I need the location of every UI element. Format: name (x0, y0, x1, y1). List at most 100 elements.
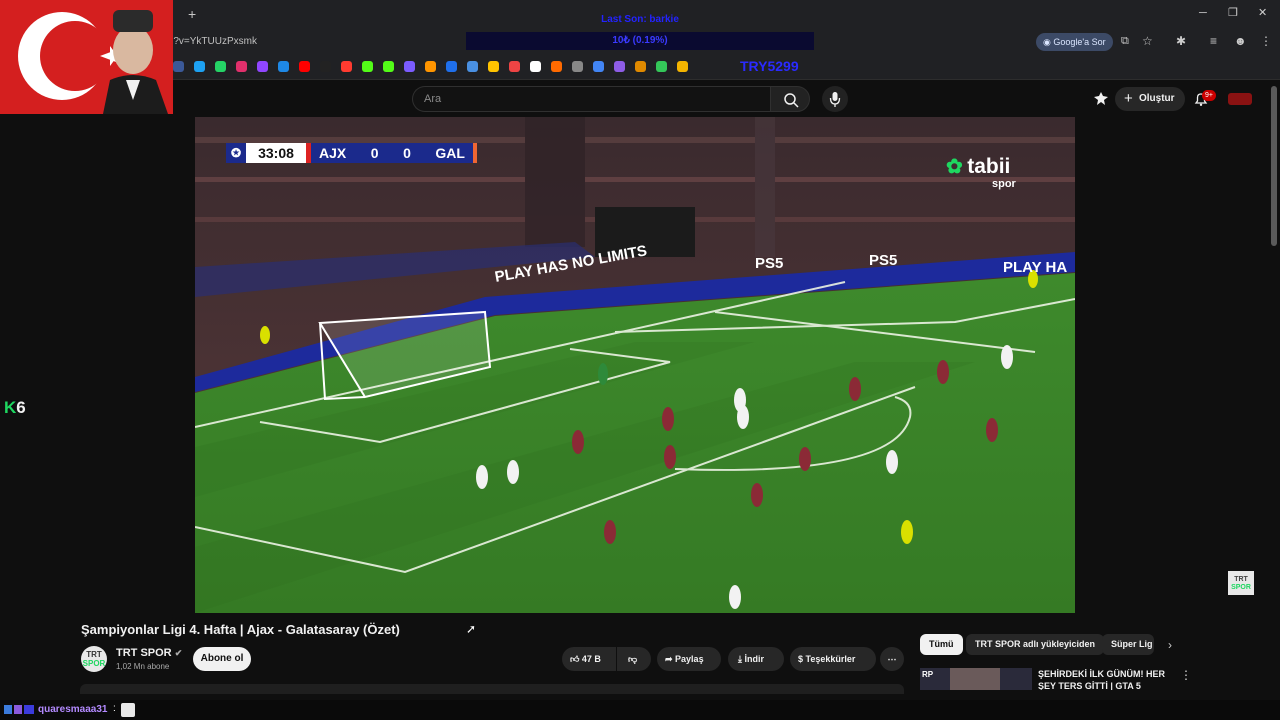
description-box[interactable] (80, 684, 904, 694)
video-frame (195, 117, 1075, 613)
ad-board-right: PLAY HA (1003, 259, 1068, 276)
new-tab-button[interactable]: + (188, 6, 196, 22)
recommendation-title[interactable]: ŞEHİRDEKİ İLK GÜNÜM! HER ŞEY TERS GİTTİ … (1038, 668, 1168, 690)
restore-button[interactable]: ❐ (1228, 6, 1238, 19)
voice-search-button[interactable] (822, 86, 848, 112)
chat-badge-icon (4, 705, 12, 714)
url-field[interactable]: tch?v=YkTUUzPxsmk (160, 32, 460, 52)
away-team: GAL (435, 145, 465, 161)
donation-goal-bar: 10₺ (0.19%) (466, 32, 814, 50)
bookmark-favicon-icon[interactable] (446, 61, 457, 72)
bookmark-favicon-icon[interactable] (362, 61, 373, 72)
like-button[interactable]: 👍︎ 47 B (562, 647, 616, 671)
ask-google-label: Google'a Sor (1053, 37, 1106, 47)
google-lens-icon: ◉ (1043, 37, 1054, 47)
close-window-button[interactable]: ✕ (1258, 6, 1267, 19)
bookmark-favicon-icon[interactable] (236, 61, 247, 72)
home-team: AJX (319, 145, 347, 161)
notification-count-badge: 9+ (1202, 90, 1216, 101)
channel-avatar[interactable]: TRT SPOR (81, 646, 107, 672)
share-label: Paylaş (675, 654, 704, 664)
page-scrollbar[interactable] (1271, 86, 1277, 246)
tabii-flower-icon: ✿ (946, 156, 963, 178)
bookmark-favicon-icon[interactable] (488, 61, 499, 72)
bookmark-favicon-icon[interactable] (404, 61, 415, 72)
bookmark-favicon-icon[interactable] (257, 61, 268, 72)
bookmark-favicon-icon[interactable] (656, 61, 667, 72)
like-count: 47 B (581, 654, 601, 664)
bookmark-favicon-icon[interactable] (509, 61, 520, 72)
bookmark-favicon-icon[interactable] (572, 61, 583, 72)
chevron-right-icon[interactable]: › (1168, 638, 1172, 652)
away-score: 0 (403, 145, 411, 161)
download-button[interactable]: ⤓ İndir (728, 647, 784, 671)
k6-k-letter: K (4, 398, 17, 417)
bookmark-favicon-icon[interactable] (467, 61, 478, 72)
bookmark-favicon-icon[interactable] (677, 61, 688, 72)
subscriber-count: 1,02 Mn abone (116, 662, 170, 671)
thanks-button[interactable]: $ Teşekkürler (790, 647, 876, 671)
bookmark-favicon-icon[interactable] (635, 61, 646, 72)
share-button[interactable]: ➦ Paylaş (657, 647, 721, 671)
thumbs-down-icon: 👎︎ (628, 654, 638, 664)
search-button[interactable] (770, 86, 810, 112)
bookmark-favicon-icon[interactable] (551, 61, 562, 72)
bookmark-star-icon[interactable]: ☆ (1142, 34, 1153, 48)
video-title: Şampiyonlar Ligi 4. Hafta | Ajax - Galat… (81, 622, 400, 637)
super-thanks-icon: $ (798, 654, 806, 664)
k6-overlay-logo: K6 (4, 398, 26, 418)
last-sub-overlay: Last Son: barkie (601, 14, 679, 25)
verified-icon: ✔ (174, 648, 183, 658)
k6-number: 6 (16, 398, 26, 417)
video-player[interactable]: PLAY HAS NO LIMITS PS5 PS5 PLAY HA (195, 117, 1075, 613)
extensions-icon[interactable]: ✱ (1176, 34, 1186, 48)
badge-settings-icon[interactable] (1093, 91, 1109, 112)
bookmark-favicon-icon[interactable] (194, 61, 205, 72)
recommendation-menu-icon[interactable]: ⋮ (1180, 668, 1192, 682)
bookmark-favicon-icon[interactable] (278, 61, 289, 72)
ask-google-button[interactable]: ◉ Google'a Sor (1036, 33, 1113, 51)
reading-list-icon[interactable]: ≡ (1210, 34, 1217, 48)
tabii-wordmark: tabii (967, 155, 1011, 178)
dislike-button[interactable]: 👎︎ (617, 647, 651, 671)
watermark-line1: TRT (1234, 576, 1248, 583)
bookmark-favicon-icon[interactable] (320, 61, 331, 72)
tabii-sub: spor (992, 178, 1016, 190)
profile-icon[interactable]: ☻ (1234, 34, 1247, 48)
thumbs-up-icon: 👍︎ (570, 654, 582, 664)
recommendation-thumbnail[interactable]: RP (920, 668, 1032, 690)
install-app-icon[interactable]: ⧉ (1121, 35, 1129, 48)
subscribe-button[interactable]: Abone ol (193, 647, 251, 671)
channel-name[interactable]: TRT SPOR ✔ (116, 647, 182, 659)
chip-super-lig[interactable]: Süper Lig (1102, 634, 1154, 655)
download-label: İndir (744, 654, 764, 664)
bookmark-favicon-icon[interactable] (341, 61, 352, 72)
chat-badge-icon-3 (24, 705, 34, 714)
bookmark-favicon-icon[interactable] (593, 61, 604, 72)
avatar-line1: TRT (86, 650, 102, 659)
minimize-button[interactable]: ─ (1199, 7, 1207, 19)
bookmark-favicon-icon[interactable] (383, 61, 394, 72)
bookmark-favicon-icon[interactable] (299, 61, 310, 72)
thanks-label: Teşekkürler (805, 654, 856, 664)
bookmark-favicon-icon[interactable] (215, 61, 226, 72)
bookmark-favicon-icon[interactable] (614, 61, 625, 72)
create-button[interactable]: + Oluştur (1115, 87, 1185, 111)
match-clock: 33:08 (246, 143, 306, 163)
ad-board-brand: PS5 (755, 255, 784, 272)
chip-all[interactable]: Tümü (920, 634, 963, 655)
bookmark-favicon-icon[interactable] (530, 61, 541, 72)
bookmark-favicon-icon[interactable] (173, 61, 184, 72)
chip-from-uploader[interactable]: TRT SPOR adlı yükleyiciden (966, 634, 1105, 655)
tabii-spor-logo: ✿ tabii spor (946, 154, 1016, 190)
thumb-face (950, 668, 1000, 690)
search-input[interactable] (412, 86, 770, 112)
ad-board-brand-2: PS5 (869, 252, 898, 269)
champions-league-icon: ✪ (226, 143, 246, 163)
trt-spor-watermark: TRT SPOR (1228, 571, 1254, 595)
bookmark-favicon-icon[interactable] (425, 61, 436, 72)
account-avatar[interactable] (1228, 93, 1252, 105)
watermark-line2: SPOR (1231, 584, 1251, 591)
browser-menu-icon[interactable]: ⋮ (1260, 34, 1272, 48)
more-actions-button[interactable]: ⋯ (880, 647, 904, 671)
